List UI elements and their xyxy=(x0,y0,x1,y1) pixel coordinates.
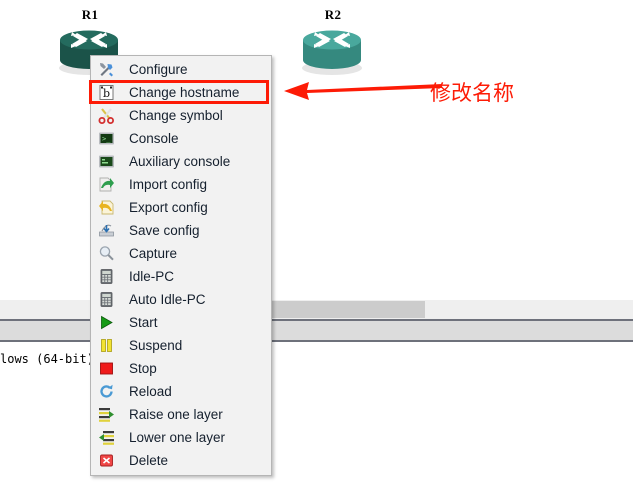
delete-x-icon xyxy=(97,452,115,470)
aux-terminal-icon xyxy=(97,153,115,171)
scissors-icon xyxy=(97,107,115,125)
import-arrow-icon xyxy=(97,176,115,194)
menu-item-export-config[interactable]: Export config xyxy=(91,196,271,219)
menu-item-label: Save config xyxy=(129,222,200,238)
calculator-icon xyxy=(97,291,115,309)
menu-item-label: Import config xyxy=(129,176,208,192)
menu-item-label: Console xyxy=(129,130,179,146)
raise-layer-icon xyxy=(97,406,115,424)
menu-item-save-config[interactable]: Save config xyxy=(91,219,271,242)
menu-item-label: Idle-PC xyxy=(129,268,175,284)
horizontal-scrollbar-thumb[interactable] xyxy=(271,301,425,318)
menu-item-label: Raise one layer xyxy=(129,406,223,422)
rename-b-icon: b xyxy=(97,84,115,102)
menu-item-label: Export config xyxy=(129,199,208,215)
console-output-text: lows (64-bit). xyxy=(0,352,102,366)
menu-item-import-config[interactable]: Import config xyxy=(91,173,271,196)
menu-item-auxiliary-console[interactable]: Auxiliary console xyxy=(91,150,271,173)
menu-item-label: Start xyxy=(129,314,158,330)
calculator-icon xyxy=(97,268,115,286)
menu-item-label: Capture xyxy=(129,245,178,261)
node-r1-label: R1 xyxy=(81,7,99,22)
menu-item-start[interactable]: Start xyxy=(91,311,271,334)
router-icon xyxy=(302,30,362,75)
menu-item-reload[interactable]: Reload xyxy=(91,380,271,403)
menu-item-label: Reload xyxy=(129,383,172,399)
menu-item-configure[interactable]: Configure xyxy=(91,58,271,81)
wrench-screwdriver-icon xyxy=(97,61,115,79)
menu-item-label: Change symbol xyxy=(129,107,223,123)
left-arrow-icon xyxy=(284,82,442,100)
annotation-text: 修改名称 xyxy=(430,81,514,105)
magnifier-icon xyxy=(97,245,115,263)
terminal-icon: >_ xyxy=(97,130,115,148)
menu-item-label: Auto Idle-PC xyxy=(129,291,206,307)
node-context-menu[interactable]: Configure b Change hostname Change symbo… xyxy=(90,55,272,476)
menu-item-label: Suspend xyxy=(129,337,183,353)
menu-item-label: Configure xyxy=(129,61,188,77)
menu-item-label: Change hostname xyxy=(129,84,240,100)
menu-item-label: Auxiliary console xyxy=(129,153,231,169)
menu-item-lower-one-layer[interactable]: Lower one layer xyxy=(91,426,271,449)
reload-icon xyxy=(97,383,115,401)
svg-text:b: b xyxy=(102,87,109,100)
menu-item-console[interactable]: >_ Console xyxy=(91,127,271,150)
menu-item-delete[interactable]: Delete xyxy=(91,449,271,472)
menu-item-change-symbol[interactable]: Change symbol xyxy=(91,104,271,127)
menu-item-change-hostname[interactable]: b Change hostname xyxy=(91,81,271,104)
menu-item-capture[interactable]: Capture xyxy=(91,242,271,265)
menu-item-label: Lower one layer xyxy=(129,429,226,445)
node-r2-label: R2 xyxy=(324,7,342,22)
export-arrow-icon xyxy=(97,199,115,217)
node-r2[interactable]: R2 xyxy=(295,8,371,76)
menu-item-label: Stop xyxy=(129,360,157,376)
menu-item-idle-pc[interactable]: Idle-PC xyxy=(91,265,271,288)
play-icon xyxy=(97,314,115,332)
menu-item-auto-idle-pc[interactable]: Auto Idle-PC xyxy=(91,288,271,311)
menu-item-suspend[interactable]: Suspend xyxy=(91,334,271,357)
save-disk-icon xyxy=(97,222,115,240)
menu-item-label: Delete xyxy=(129,452,169,468)
menu-item-raise-one-layer[interactable]: Raise one layer xyxy=(91,403,271,426)
menu-item-stop[interactable]: Stop xyxy=(91,357,271,380)
pause-icon xyxy=(97,337,115,355)
stop-icon xyxy=(97,360,115,378)
svg-text:>_: >_ xyxy=(102,135,111,143)
lower-layer-icon xyxy=(97,429,115,447)
